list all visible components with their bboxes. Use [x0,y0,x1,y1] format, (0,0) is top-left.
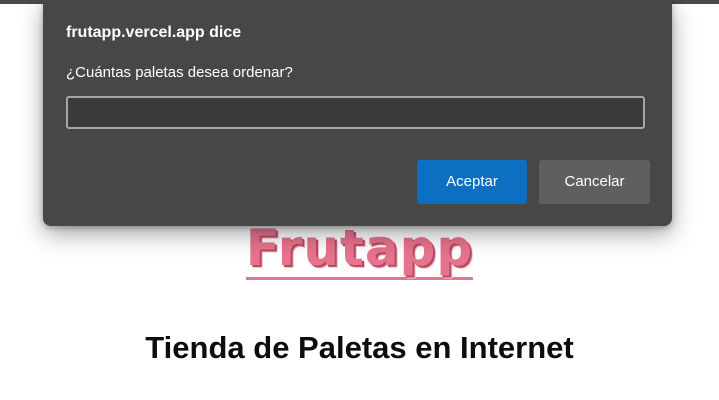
browser-page: Frutapp Tienda de Paletas en Internet fr… [0,0,719,400]
site-logo-text: Frutapp [245,219,474,280]
dialog-origin-title: frutapp.vercel.app dice [66,24,242,41]
cancel-button[interactable]: Cancelar [539,160,650,204]
site-logo: Frutapp [0,218,719,280]
page-heading: Tienda de Paletas en Internet [145,330,574,365]
prompt-dialog: frutapp.vercel.app dice ¿Cuántas paletas… [43,0,672,226]
quantity-input[interactable] [66,96,645,129]
accept-button[interactable]: Aceptar [417,160,527,204]
dialog-message: ¿Cuántas paletas desea ordenar? [66,64,293,81]
